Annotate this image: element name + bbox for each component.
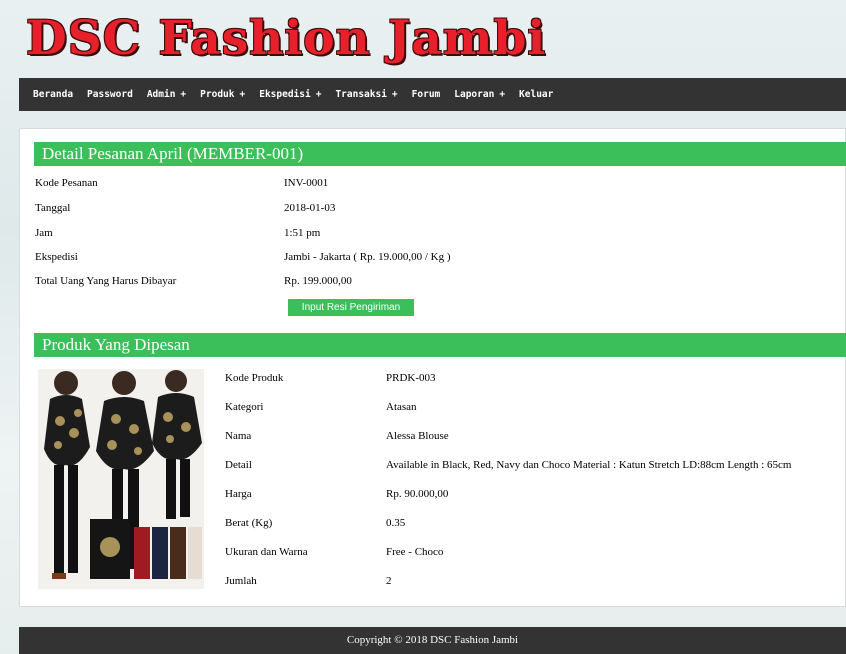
order-shipping-label: Ekspedisi [35,251,78,263]
order-code-value: INV-0001 [284,177,329,189]
product-weight-label: Berat (Kg) [225,517,273,529]
product-code-label: Kode Produk [225,372,284,384]
order-date-value: 2018-01-03 [284,202,336,214]
order-time-label: Jam [35,227,53,239]
product-weight-value: 0.35 [386,517,406,529]
product-category-value: Atasan [386,401,417,413]
nav-label: Produk [200,89,235,100]
nav-label: Keluar [519,89,554,100]
product-detail-value: Available in Black, Red, Navy dan Choco … [386,459,792,471]
nav-item-admin[interactable]: Admin + [147,89,186,100]
nav-item-forum[interactable]: Forum [412,89,441,100]
nav-item-laporan[interactable]: Laporan + [454,89,505,100]
order-code-label: Kode Pesanan [35,177,98,189]
nav-item-produk[interactable]: Produk + [200,89,245,100]
nav-label: Admin [146,89,176,100]
site-logo: DSC Fashion Jambi [26,11,547,66]
product-size-color-label: Ukuran dan Warna [225,546,308,558]
product-price-label: Harga [225,488,252,500]
main-navbar: Beranda Password Admin + Produk + Ekspedis… [19,78,846,111]
product-price-value: Rp. 90.000,00 [386,488,449,500]
plus-icon: + [180,89,187,100]
input-resi-button[interactable]: Input Resi Pengiriman [288,299,414,316]
plus-icon: + [239,89,246,100]
plus-icon: + [315,89,322,100]
product-name-label: Nama [225,430,252,442]
order-detail-header: Detail Pesanan April (MEMBER-001) [34,142,846,166]
nav-label: Transaksi [335,89,387,100]
nav-item-keluar[interactable]: Keluar [519,89,553,100]
product-image [38,369,204,589]
plus-icon: + [391,89,398,100]
product-quantity-label: Jumlah [225,575,257,587]
order-date-label: Tanggal [35,202,71,214]
nav-item-ekspedisi[interactable]: Ekspedisi + [259,89,321,100]
product-detail-label: Detail [225,459,252,471]
nav-item-transaksi[interactable]: Transaksi + [335,89,397,100]
nav-item-beranda[interactable]: Beranda [33,89,73,100]
nav-label: Beranda [33,89,74,100]
product-code-value: PRDK-003 [386,372,436,384]
copyright-text: Copyright © 2018 DSC Fashion Jambi [346,634,519,646]
order-total-label: Total Uang Yang Harus Dibayar [35,275,177,287]
main-content: Detail Pesanan April (MEMBER-001) Kode P… [19,128,846,607]
product-category-label: Kategori [225,401,264,413]
nav-label: Laporan [454,89,495,100]
product-quantity-value: 2 [386,575,392,587]
product-size-color-value: Free - Choco [386,546,444,558]
nav-label: Ekspedisi [259,89,311,100]
plus-icon: + [499,89,506,100]
nav-label: Forum [411,89,441,100]
footer: Copyright © 2018 DSC Fashion Jambi [19,627,846,654]
ordered-products-header: Produk Yang Dipesan [34,333,846,357]
product-name-value: Alessa Blouse [386,430,449,442]
order-shipping-value: Jambi - Jakarta ( Rp. 19.000,00 / Kg ) [284,251,451,263]
nav-item-password[interactable]: Password [87,89,133,100]
nav-label: Password [87,89,133,100]
order-total-value: Rp. 199.000,00 [284,275,352,287]
order-time-value: 1:51 pm [284,227,321,239]
